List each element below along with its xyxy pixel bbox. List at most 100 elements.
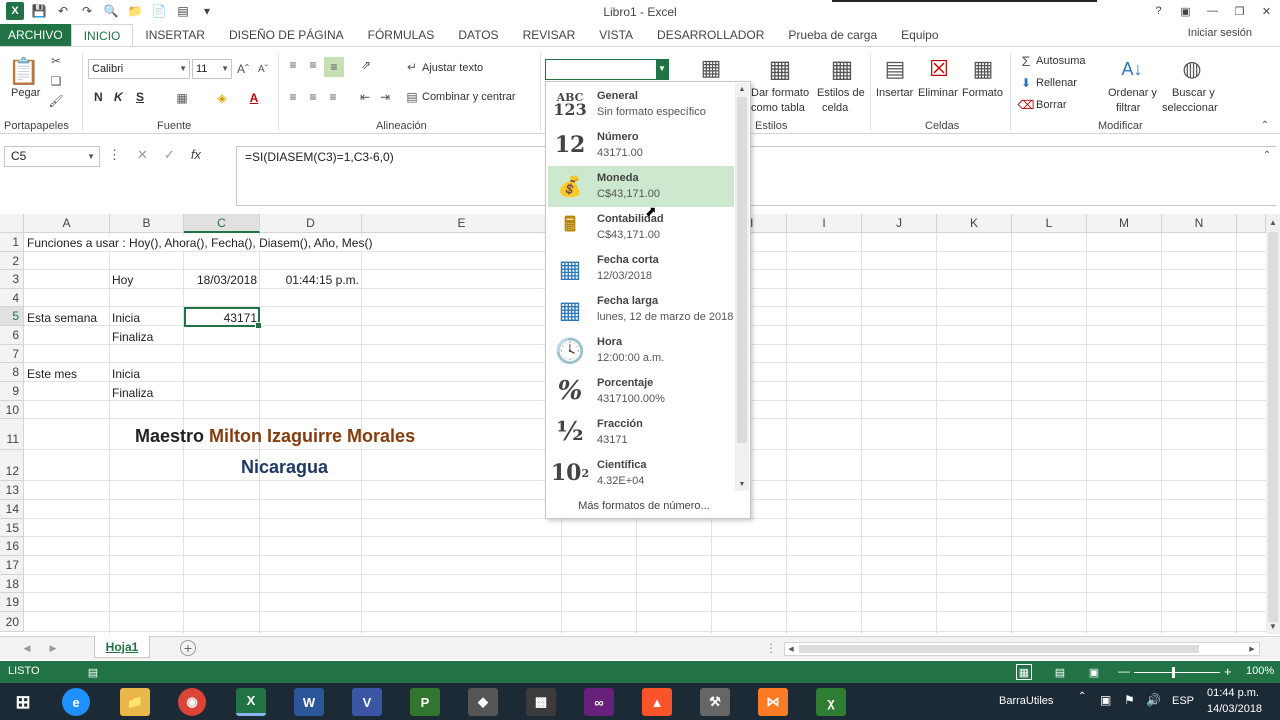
clock-date[interactable]: 14/03/2018: [1207, 703, 1262, 715]
tab-desarrollador[interactable]: DESARROLLADOR: [645, 24, 776, 46]
row-header[interactable]: 11: [0, 419, 24, 450]
tab-prueba-carga[interactable]: Prueba de carga: [776, 24, 889, 46]
column-header-selected[interactable]: C: [184, 214, 260, 233]
row-header[interactable]: 3: [0, 270, 24, 289]
delete-cells-icon[interactable]: ☒: [924, 53, 954, 85]
select-all-corner[interactable]: [0, 214, 24, 233]
row-header[interactable]: 17: [0, 556, 24, 575]
flag-icon[interactable]: ⚑: [1124, 693, 1135, 707]
row-header[interactable]: 13: [0, 481, 24, 500]
format-option-accounting[interactable]: 🖩 Contabilidad C$43,171.00: [548, 207, 734, 248]
align-left-icon[interactable]: ≡: [284, 89, 302, 105]
cell-row12[interactable]: Nicaragua: [241, 457, 328, 478]
save-icon[interactable]: 💾: [30, 2, 48, 20]
fill-color-icon[interactable]: ◈: [212, 89, 232, 107]
tab-datos[interactable]: DATOS: [446, 24, 510, 46]
clock-time[interactable]: 01:44 p.m.: [1207, 687, 1259, 699]
tab-equipo[interactable]: Equipo: [889, 24, 950, 46]
tray-expand-icon[interactable]: ⌃: [1078, 691, 1086, 702]
shrink-font-icon[interactable]: Aˇ: [256, 59, 270, 79]
undo-icon[interactable]: ↶: [54, 2, 72, 20]
row-header[interactable]: 8: [0, 363, 24, 382]
format-option-currency[interactable]: 💰 Moneda C$43,171.00: [548, 166, 734, 207]
fill-icon[interactable]: ⬇: [1018, 75, 1034, 91]
xampp-icon[interactable]: ⋈: [758, 688, 788, 716]
cell-styles-icon[interactable]: ▦: [826, 53, 858, 85]
grow-font-icon[interactable]: Aˆ: [236, 59, 250, 79]
wrap-text-button[interactable]: Ajustar texto: [422, 62, 483, 74]
enter-icon[interactable]: ✓: [164, 147, 175, 163]
cell-b8[interactable]: Inicia: [112, 367, 140, 381]
sort-filter-icon[interactable]: A↓: [1116, 53, 1148, 85]
minimize-icon[interactable]: —: [1199, 0, 1226, 22]
more-number-formats-link[interactable]: Más formatos de número...: [546, 500, 742, 512]
language-indicator[interactable]: ESP: [1172, 695, 1194, 707]
format-option-scientific[interactable]: 10 2 Científica 4.32E+04: [548, 453, 734, 494]
format-as-table-icon[interactable]: ▦: [764, 53, 796, 85]
new-file-icon[interactable]: 📄: [150, 2, 168, 20]
scrollbar-thumb[interactable]: [737, 97, 747, 443]
scroll-left-icon[interactable]: ◀: [786, 644, 796, 654]
terminal-icon[interactable]: ▩: [526, 688, 556, 716]
scroll-down-icon[interactable]: ▼: [1268, 620, 1278, 632]
insert-cells-button[interactable]: Insertar: [876, 87, 913, 99]
sign-in-link[interactable]: Iniciar sesión: [1188, 27, 1252, 39]
row-header[interactable]: 16: [0, 537, 24, 556]
row-header[interactable]: 14: [0, 500, 24, 519]
file-explorer-icon[interactable]: 📁: [120, 688, 150, 716]
row-header[interactable]: 12: [0, 450, 24, 481]
tab-archivo[interactable]: ARCHIVO: [0, 24, 71, 46]
font-color-icon[interactable]: A: [244, 89, 264, 107]
app-xa-icon[interactable]: χ: [816, 688, 846, 716]
column-header[interactable]: K: [937, 214, 1012, 233]
tab-insertar[interactable]: INSERTAR: [133, 24, 217, 46]
format-cells-icon[interactable]: ▦: [968, 53, 998, 85]
fill-button[interactable]: Rellenar: [1036, 77, 1077, 89]
scroll-up-icon[interactable]: ▲: [737, 84, 747, 94]
row-header[interactable]: 9: [0, 382, 24, 401]
visual-studio-icon[interactable]: ∞: [584, 688, 614, 716]
insert-cells-icon[interactable]: ▤: [880, 53, 910, 85]
help-button[interactable]: ?: [1145, 0, 1172, 22]
binoculars-icon[interactable]: ◍: [1176, 53, 1208, 85]
zoom-in-icon[interactable]: +: [1224, 664, 1232, 679]
zoom-level[interactable]: 100%: [1246, 665, 1274, 677]
tab-inicio[interactable]: INICIO: [70, 24, 134, 46]
number-format-combo[interactable]: ▼: [545, 59, 669, 80]
project-icon[interactable]: P: [410, 688, 440, 716]
cell-b3[interactable]: Hoy: [112, 273, 133, 287]
column-header[interactable]: M: [1087, 214, 1162, 233]
row-header-selected[interactable]: 5: [0, 307, 24, 326]
format-as-table-button-line2[interactable]: como tabla: [751, 102, 805, 114]
underline-button[interactable]: S: [136, 90, 144, 104]
customize-qat-icon[interactable]: ▾: [198, 2, 216, 20]
font-size-combo[interactable]: 11 ▼: [192, 59, 232, 79]
tab-vista[interactable]: VISTA: [587, 24, 645, 46]
sheet-tab-hoja1[interactable]: Hoja1: [94, 636, 150, 658]
decrease-indent-icon[interactable]: ⇤: [356, 89, 374, 105]
align-bottom-icon[interactable]: ≡: [324, 57, 344, 77]
column-header[interactable]: E: [362, 214, 562, 233]
cell-a1[interactable]: Funciones a usar : Hoy(), Ahora(), Fecha…: [27, 236, 373, 250]
format-option-short-date[interactable]: ▦ Fecha corta 12/03/2018: [548, 248, 734, 289]
align-center-icon[interactable]: ≡: [304, 89, 322, 105]
normal-view-icon[interactable]: ▦: [1016, 664, 1032, 680]
merge-center-icon[interactable]: ▤: [404, 89, 420, 105]
word-icon[interactable]: W: [294, 688, 324, 716]
page-break-icon[interactable]: ▣: [1086, 664, 1102, 680]
italic-button[interactable]: K: [114, 90, 123, 104]
format-option-number[interactable]: 12 Número 43171.00: [548, 125, 734, 166]
sort-filter-button-line2[interactable]: filtrar: [1116, 102, 1140, 114]
row-header[interactable]: 7: [0, 345, 24, 363]
chrome-icon[interactable]: ◉: [178, 688, 206, 716]
zoom-slider-thumb[interactable]: [1172, 667, 1175, 678]
row-header[interactable]: 10: [0, 401, 24, 419]
scroll-down-icon[interactable]: ▼: [737, 479, 747, 489]
sort-filter-button[interactable]: Ordenar y: [1108, 87, 1157, 99]
open-folder-icon[interactable]: 📁: [126, 2, 144, 20]
form-icon[interactable]: ▤: [174, 2, 192, 20]
cell-b6[interactable]: Finaliza: [112, 330, 153, 344]
align-top-icon[interactable]: ≡: [284, 57, 302, 73]
row-header[interactable]: 1: [0, 233, 24, 252]
network-icon[interactable]: ▣: [1100, 693, 1111, 707]
